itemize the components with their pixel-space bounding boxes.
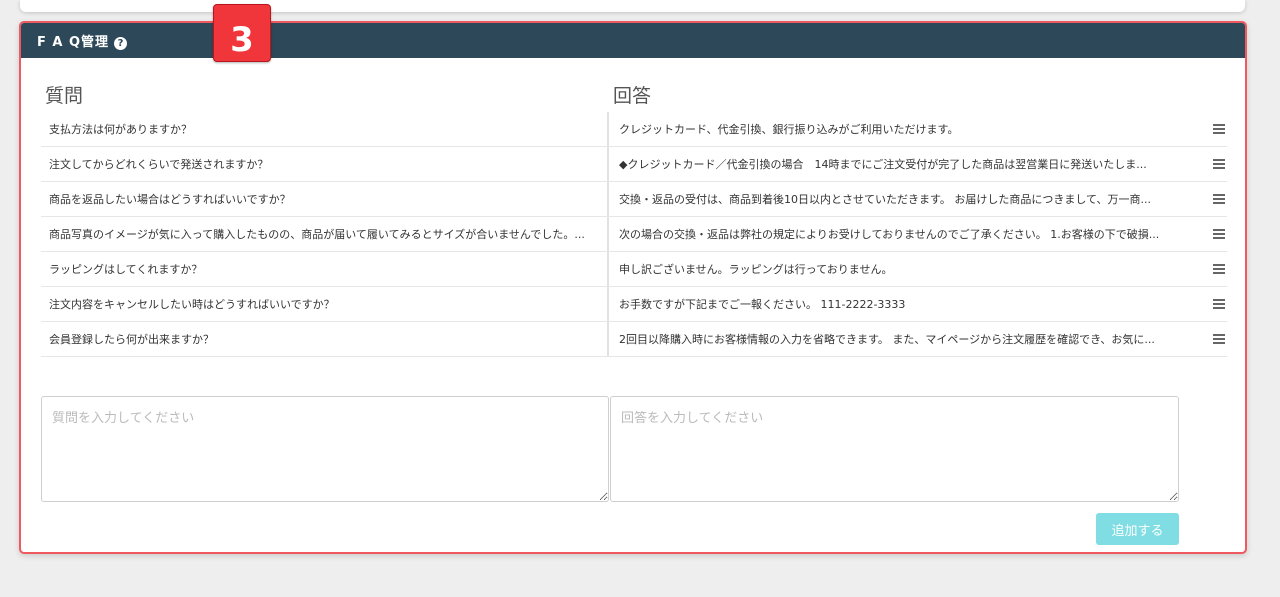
faq-row[interactable]: 商品写真のイメージが気に入って購入したものの、商品が届いて履いてみるとサイズが合… <box>41 217 1227 252</box>
answer-input[interactable] <box>610 396 1179 502</box>
drag-handle-line <box>1213 128 1225 130</box>
drag-handle-line <box>1213 194 1225 196</box>
drag-handle-line <box>1213 268 1225 270</box>
faq-answer: 申し訳ございません。ラッピングは行っておりません。 <box>619 263 893 276</box>
drag-handle-line <box>1213 338 1225 340</box>
drag-handle-icon[interactable] <box>1213 264 1225 274</box>
drag-handle-icon[interactable] <box>1213 229 1225 239</box>
question-column-heading: 質問 <box>45 85 84 107</box>
drag-handle-icon[interactable] <box>1213 299 1225 309</box>
drag-handle-line <box>1213 163 1225 165</box>
faq-row[interactable]: 支払方法は何がありますか？ クレジットカード、代金引換、銀行振り込みがご利用いただ… <box>41 112 1227 147</box>
faq-row[interactable]: 会員登録したら何が出来ますか？ 2回目以降購入時にお客様情報の入力を省略できます。… <box>41 322 1227 357</box>
drag-handle-line <box>1213 303 1225 305</box>
faq-question: 支払方法は何がありますか？ <box>41 112 609 146</box>
drag-handle-line <box>1213 233 1225 235</box>
question-input[interactable] <box>41 396 609 502</box>
faq-row[interactable]: ラッピングはしてくれますか？ 申し訳ございません。ラッピングは行っておりません。 <box>41 252 1227 287</box>
faq-row[interactable]: 注文内容をキャンセルしたい時はどうすればいいですか？ お手数ですが下記までご一報く… <box>41 287 1227 322</box>
panel-title: F A Q管理? <box>37 31 128 50</box>
answer-column-heading: 回答 <box>613 85 652 107</box>
drag-handle-icon[interactable] <box>1213 194 1225 204</box>
drag-handle-line <box>1213 132 1225 134</box>
faq-question: 商品を返品したい場合はどうすればいいですか？ <box>41 182 609 216</box>
drag-handle-line <box>1213 229 1225 231</box>
add-faq-button[interactable]: 追加する <box>1096 513 1179 545</box>
faq-question: ラッピングはしてくれますか？ <box>41 252 609 286</box>
drag-handle-line <box>1213 334 1225 336</box>
drag-handle-line <box>1213 299 1225 301</box>
drag-handle-line <box>1213 124 1225 126</box>
faq-question: 注文内容をキャンセルしたい時はどうすればいいですか？ <box>41 287 609 321</box>
drag-handle-line <box>1213 342 1225 344</box>
faq-answer: 次の場合の交換・返品は弊社の規定によりお受けしておりませんのでご了承ください。 … <box>619 228 1160 241</box>
faq-answer: ◆クレジットカード／代金引換の場合 14時までにご注文受付が完了した商品は翌営業… <box>619 158 1147 171</box>
faq-answer: 2回目以降購入時にお客様情報の入力を省略できます。 また、マイページから注文履歴… <box>619 333 1155 346</box>
panel-header: F A Q管理? <box>21 23 1245 58</box>
faq-row[interactable]: 商品を返品したい場合はどうすればいいですか？ 交換・返品の受付は、商品到着後10日… <box>41 182 1227 217</box>
drag-handle-line <box>1213 307 1225 309</box>
drag-handle-icon[interactable] <box>1213 334 1225 344</box>
faq-list: 支払方法は何がありますか？ クレジットカード、代金引換、銀行振り込みがご利用いただ… <box>41 112 1227 357</box>
faq-question: 注文してからどれくらいで発送されますか？ <box>41 147 609 181</box>
drag-handle-line <box>1213 202 1225 204</box>
drag-handle-line <box>1213 272 1225 274</box>
drag-handle-icon[interactable] <box>1213 124 1225 134</box>
faq-question: 会員登録したら何が出来ますか？ <box>41 322 609 356</box>
drag-handle-line <box>1213 264 1225 266</box>
previous-section-card <box>20 0 1245 12</box>
faq-management-panel: F A Q管理? 質問 回答 支払方法は何がありますか？ クレジットカード、代金引… <box>19 21 1247 554</box>
help-icon[interactable]: ? <box>114 37 128 50</box>
drag-handle-icon[interactable] <box>1213 159 1225 169</box>
drag-handle-line <box>1213 167 1225 169</box>
drag-handle-line <box>1213 159 1225 161</box>
faq-question: 商品写真のイメージが気に入って購入したものの、商品が届いて履いてみるとサイズが合… <box>41 217 609 251</box>
drag-handle-line <box>1213 198 1225 200</box>
drag-handle-line <box>1213 237 1225 239</box>
faq-answer: お手数ですが下記までご一報ください。 111-2222-3333 <box>619 298 906 311</box>
faq-row[interactable]: 注文してからどれくらいで発送されますか？ ◆クレジットカード／代金引換の場合 14… <box>41 147 1227 182</box>
panel-title-text: F A Q管理 <box>37 35 110 50</box>
faq-answer: クレジットカード、代金引換、銀行振り込みがご利用いただけます。 <box>619 123 959 136</box>
faq-answer: 交換・返品の受付は、商品到着後10日以内とさせていただきます。 お届けした商品に… <box>619 193 1151 206</box>
step-badge: 3 <box>213 4 271 62</box>
